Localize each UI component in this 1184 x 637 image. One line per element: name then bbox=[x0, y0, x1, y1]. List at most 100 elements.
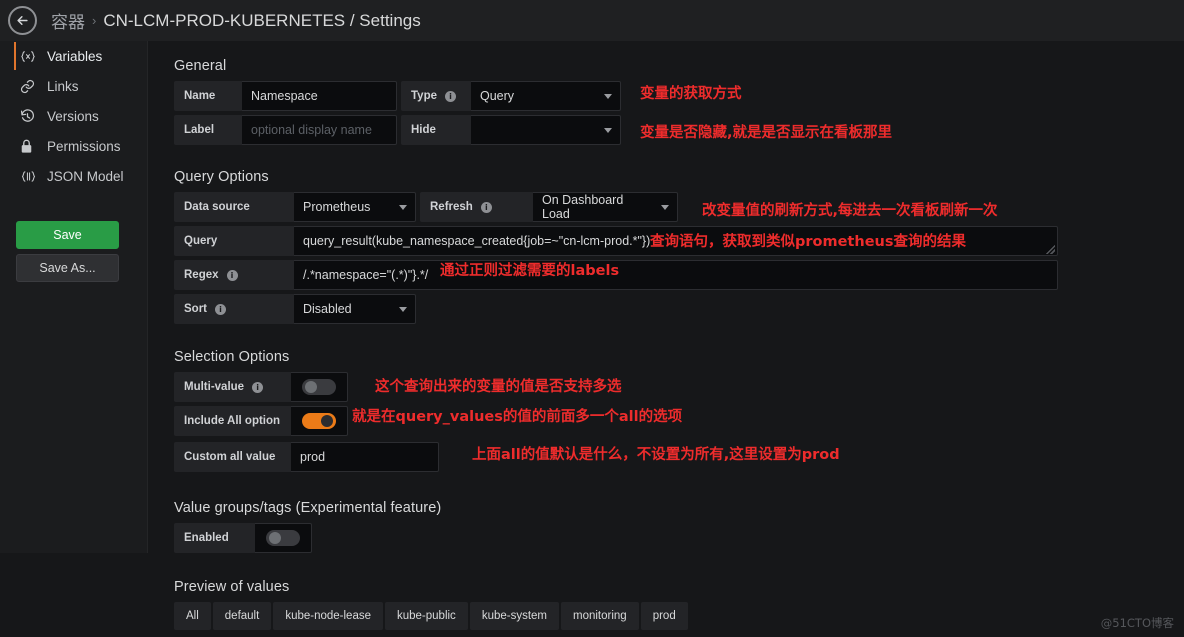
enabled-toggle-wrap bbox=[255, 523, 312, 553]
preview-value-chip: prod bbox=[640, 602, 688, 630]
label-field-group: Label optional display name bbox=[174, 115, 397, 145]
preview-value-chip: All bbox=[174, 602, 211, 630]
preview-value-chip: kube-node-lease bbox=[273, 602, 383, 630]
regex-label: Regex bbox=[184, 269, 219, 281]
query-textarea-value: query_result(kube_namespace_created{job=… bbox=[303, 234, 651, 248]
info-icon[interactable]: i bbox=[252, 381, 264, 393]
datasource-label: Data source bbox=[184, 201, 250, 213]
hide-label: Hide bbox=[411, 124, 436, 136]
label-label: Label bbox=[184, 124, 215, 136]
sidebar-item-links[interactable]: Links bbox=[0, 71, 147, 101]
selection-row-multi-value: Multi-value i bbox=[174, 372, 1184, 402]
name-field-group: Name Namespace bbox=[174, 81, 397, 111]
sidebar-item-permissions[interactable]: Permissions bbox=[0, 131, 147, 161]
info-icon[interactable]: i bbox=[226, 269, 238, 281]
history-icon bbox=[20, 108, 38, 124]
preview-value-chip: default bbox=[212, 602, 272, 630]
query-options-section-title: Query Options bbox=[174, 169, 269, 185]
regex-input[interactable]: /.*namespace="(.*)"}.*/ bbox=[294, 260, 1058, 290]
chevron-down-icon bbox=[399, 306, 407, 312]
query-options-row-sort: Sort i Disabled bbox=[174, 294, 1184, 324]
name-input[interactable]: Namespace bbox=[242, 81, 397, 111]
type-field-group: Type i Query bbox=[401, 81, 621, 111]
sidebar-item-variables[interactable]: Variables bbox=[0, 41, 147, 71]
preview-value-chip: kube-public bbox=[384, 602, 468, 630]
selection-options-section-title: Selection Options bbox=[174, 349, 290, 365]
include-all-label: Include All option bbox=[184, 415, 281, 427]
enabled-label: Enabled bbox=[184, 532, 229, 544]
preview-value-chip: kube-system bbox=[469, 602, 559, 630]
sort-select[interactable]: Disabled bbox=[294, 294, 416, 324]
sidebar-item-label: Versions bbox=[47, 108, 99, 124]
save-button[interactable]: Save bbox=[16, 221, 119, 249]
name-label: Name bbox=[184, 90, 216, 102]
resize-handle-icon[interactable] bbox=[1046, 245, 1055, 254]
breadcrumb-root[interactable]: 容器 bbox=[51, 8, 85, 33]
sidebar-item-label: Links bbox=[47, 78, 79, 94]
include-all-toggle[interactable] bbox=[302, 413, 336, 429]
top-header-bar: 容器 › CN-LCM-PROD-KUBERNETES / Settings bbox=[0, 0, 1184, 41]
page-title: CN-LCM-PROD-KUBERNETES / Settings bbox=[103, 10, 421, 30]
toggle-knob bbox=[305, 381, 317, 393]
save-as-button[interactable]: Save As... bbox=[16, 254, 119, 282]
refresh-select-value: On Dashboard Load bbox=[542, 193, 624, 221]
annotation-regex: 通过正则过滤需要的labels bbox=[440, 263, 620, 279]
annotation-include-all: 就是在query_values的值的前面多一个all的选项 bbox=[352, 409, 683, 425]
enabled-toggle[interactable] bbox=[266, 530, 300, 546]
link-icon bbox=[20, 79, 38, 94]
datasource-select-value: Prometheus bbox=[303, 200, 371, 214]
custom-all-input[interactable]: prod bbox=[291, 442, 439, 472]
settings-sidebar: Variables Links Versions Permissions JSO… bbox=[0, 41, 148, 553]
annotation-multi-value: 这个查询出来的变量的值是否支持多选 bbox=[375, 379, 622, 395]
breadcrumb: 容器 › CN-LCM-PROD-KUBERNETES / Settings bbox=[51, 8, 421, 33]
sidebar-item-json-model[interactable]: JSON Model bbox=[0, 161, 147, 191]
annotation-refresh: 改变量值的刷新方式,每进去一次看板刷新一次 bbox=[702, 203, 998, 219]
preview-section-title: Preview of values bbox=[174, 579, 290, 595]
refresh-select[interactable]: On Dashboard Load bbox=[533, 192, 678, 222]
value-groups-section-title: Value groups/tags (Experimental feature) bbox=[174, 500, 442, 516]
grafana-dashboard-settings-screen: 容器 › CN-LCM-PROD-KUBERNETES / Settings V… bbox=[0, 0, 1184, 637]
chevron-down-icon bbox=[661, 204, 669, 210]
arrow-left-icon bbox=[15, 13, 30, 28]
general-section-title: General bbox=[174, 58, 227, 74]
back-button[interactable] bbox=[8, 6, 37, 35]
chevron-down-icon bbox=[604, 127, 612, 133]
info-icon[interactable]: i bbox=[445, 90, 456, 102]
preview-values-list: All default kube-node-lease kube-public … bbox=[174, 602, 1184, 630]
lock-icon bbox=[20, 139, 38, 154]
annotation-query: 查询语句，获取到类似prometheus查询的结果 bbox=[650, 234, 966, 250]
datasource-select[interactable]: Prometheus bbox=[294, 192, 416, 222]
label-input[interactable]: optional display name bbox=[242, 115, 397, 145]
value-groups-row-enabled: Enabled bbox=[174, 523, 1184, 553]
info-icon[interactable]: i bbox=[215, 303, 226, 315]
multi-value-toggle-wrap bbox=[291, 372, 348, 402]
type-select[interactable]: Query bbox=[471, 81, 621, 111]
preview-value-chip: monitoring bbox=[561, 602, 639, 630]
sidebar-item-label: Variables bbox=[47, 48, 103, 64]
sidebar-item-label: JSON Model bbox=[47, 168, 124, 184]
hide-field-group: Hide bbox=[401, 115, 621, 145]
custom-all-label: Custom all value bbox=[184, 451, 276, 463]
type-select-value: Query bbox=[480, 89, 515, 103]
annotation-type: 变量的获取方式 bbox=[640, 86, 742, 102]
annotation-custom-all: 上面all的值默认是什么，不设置为所有,这里设置为prod bbox=[472, 447, 840, 463]
variables-icon bbox=[20, 50, 38, 63]
hide-select[interactable] bbox=[471, 115, 621, 145]
toggle-knob bbox=[269, 532, 281, 544]
chevron-down-icon bbox=[604, 93, 612, 99]
type-label: Type bbox=[411, 90, 437, 102]
code-braces-icon bbox=[20, 170, 38, 183]
query-label: Query bbox=[184, 235, 218, 247]
include-all-toggle-wrap bbox=[291, 406, 348, 436]
refresh-field-group: Refresh i On Dashboard Load bbox=[420, 192, 678, 222]
info-icon[interactable]: i bbox=[480, 201, 492, 213]
toggle-knob bbox=[321, 415, 333, 427]
sort-label: Sort bbox=[184, 303, 207, 315]
multi-value-toggle[interactable] bbox=[302, 379, 336, 395]
breadcrumb-separator-icon: › bbox=[92, 13, 97, 28]
sidebar-item-label: Permissions bbox=[47, 138, 121, 154]
sort-select-value: Disabled bbox=[303, 302, 352, 316]
watermark: @51CTO博客 bbox=[1100, 616, 1174, 630]
sidebar-item-versions[interactable]: Versions bbox=[0, 101, 147, 131]
chevron-down-icon bbox=[399, 204, 407, 210]
